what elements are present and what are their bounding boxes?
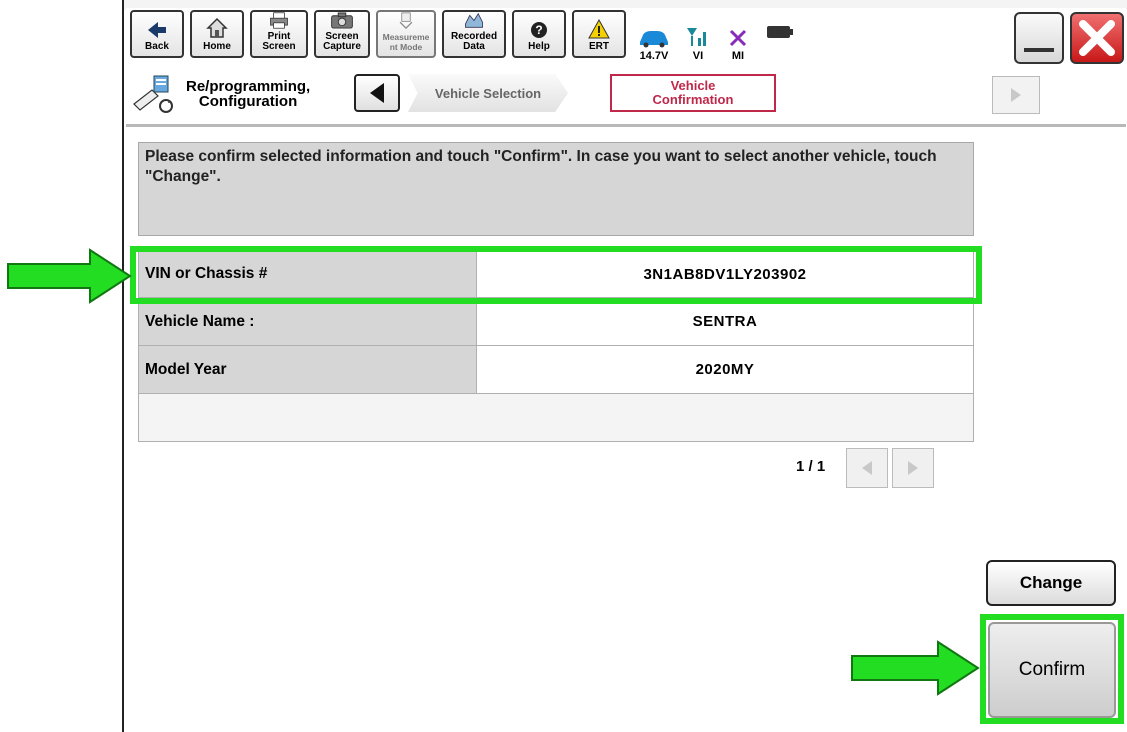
car-icon (640, 31, 668, 48)
toolbar: Back Home Print Screen Screen Capture Me… (126, 8, 1126, 64)
minimize-icon (1024, 48, 1054, 52)
recorded-data-label: Recorded Data (450, 31, 498, 52)
battery-icon (767, 26, 793, 38)
pager: 1 / 1 (796, 446, 976, 490)
triangle-left-icon (862, 461, 872, 475)
breadcrumb-next-button[interactable] (992, 76, 1040, 114)
triangle-left-icon (370, 83, 384, 103)
mi-status: MI (718, 12, 758, 62)
table-row-empty (138, 394, 974, 442)
breadcrumb-back-button[interactable] (354, 74, 400, 112)
triangle-right-icon (908, 461, 918, 475)
warning-icon (588, 19, 610, 39)
vin-callout-arrow-icon (7, 248, 132, 304)
confirm-callout-arrow-icon (851, 640, 980, 696)
instruction-message: Please confirm selected information and … (138, 142, 974, 236)
page-indicator: 1 / 1 (796, 458, 826, 475)
svg-text:?: ? (535, 23, 542, 37)
help-button[interactable]: ? Help (512, 10, 566, 58)
table-row: Model Year 2020MY (138, 346, 974, 394)
help-icon: ? (531, 22, 547, 38)
print-screen-button[interactable]: Print Screen (250, 10, 308, 58)
back-button[interactable]: Back (130, 10, 184, 58)
mi-label: MI (731, 50, 745, 62)
printer-icon (270, 12, 288, 29)
measurement-mode-label: Measureme nt Mode (382, 32, 430, 52)
gauge-icon (399, 12, 413, 29)
breadcrumb: Re/programming, Configuration Vehicle Se… (126, 68, 1126, 124)
home-label: Home (203, 41, 231, 52)
separator (126, 124, 1126, 127)
mi-disconnected-icon (729, 29, 747, 47)
battery-voltage-status: 14.7V (634, 12, 674, 62)
ert-label: ERT (589, 41, 609, 52)
print-screen-label: Print Screen (262, 31, 296, 52)
breadcrumb-home-label: Re/programming, Configuration (186, 78, 311, 110)
screen-capture-label: Screen Capture (323, 31, 361, 52)
table-row: Vehicle Name : SENTRA (138, 298, 974, 346)
breadcrumb-vehicle-confirmation: Vehicle Confirmation (610, 74, 776, 112)
close-icon (1079, 20, 1115, 56)
change-button[interactable]: Change (986, 560, 1116, 606)
recorded-data-icon (465, 12, 483, 28)
breadcrumb-home[interactable]: Re/programming, Configuration (132, 72, 342, 116)
page-next-button[interactable] (892, 448, 934, 488)
home-button[interactable]: Home (190, 10, 244, 58)
voltage-value: 14.7V (639, 50, 669, 62)
close-button[interactable] (1070, 12, 1124, 64)
vehicle-name-label: Vehicle Name : (139, 298, 477, 345)
back-label: Back (145, 41, 169, 52)
vehicle-name-value: SENTRA (477, 298, 973, 345)
triangle-right-icon (1011, 88, 1021, 102)
home-icon (206, 17, 228, 38)
model-year-label: Model Year (139, 346, 477, 393)
vehicle-confirmation-label: Vehicle Confirmation (652, 78, 734, 107)
app-window: Back Home Print Screen Screen Capture Me… (122, 0, 1127, 732)
vi-status: VI (678, 12, 718, 62)
reprogramming-icon (133, 75, 173, 113)
vin-row-highlight (130, 246, 982, 304)
measurement-mode-button[interactable]: Measureme nt Mode (376, 10, 436, 58)
vi-label: VI (692, 50, 704, 62)
ert-button[interactable]: ERT (572, 10, 626, 58)
camera-icon (331, 12, 353, 29)
breadcrumb-vehicle-selection[interactable]: Vehicle Selection (408, 74, 568, 112)
recorded-data-button[interactable]: Recorded Data (442, 10, 506, 58)
page-prev-button[interactable] (846, 448, 888, 488)
help-label: Help (528, 41, 550, 52)
screen-capture-button[interactable]: Screen Capture (314, 10, 370, 58)
vehicle-selection-label: Vehicle Selection (434, 85, 542, 101)
battery-status (760, 12, 800, 62)
back-arrow-icon (148, 22, 166, 38)
model-year-value: 2020MY (477, 346, 973, 393)
confirm-highlight (980, 614, 1124, 724)
minimize-button[interactable] (1014, 12, 1064, 64)
signal-icon (687, 28, 706, 46)
